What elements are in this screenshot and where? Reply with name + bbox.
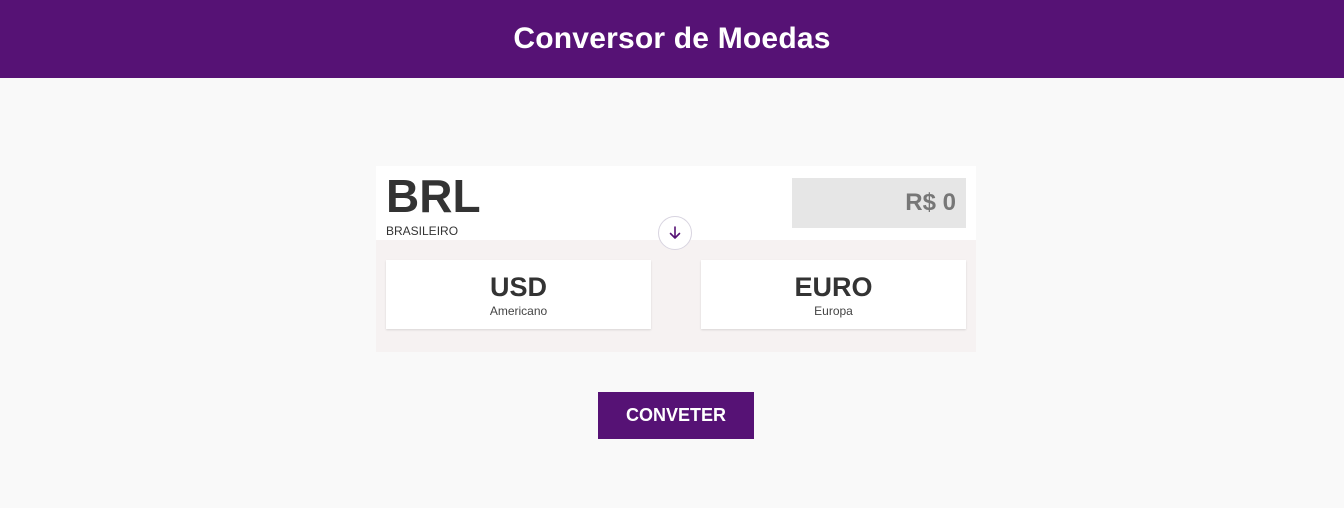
converter-panel: BRL BRASILEIRO USD Americano EURO Europa xyxy=(376,166,976,352)
convert-button[interactable]: CONVETER xyxy=(598,392,754,439)
amount-input[interactable] xyxy=(792,178,956,228)
target-currency-euro[interactable]: EURO Europa xyxy=(701,260,966,329)
page-title: Conversor de Moedas xyxy=(513,22,831,55)
target-currency-usd[interactable]: USD Americano xyxy=(386,260,651,329)
app-header: Conversor de Moedas xyxy=(0,0,1344,78)
swap-button[interactable] xyxy=(658,216,692,250)
source-currency-code: BRL xyxy=(386,170,481,222)
target-currency-name: Europa xyxy=(814,303,853,318)
arrow-down-icon xyxy=(669,226,681,239)
target-currency-name: Americano xyxy=(489,303,548,318)
target-currency-code: USD xyxy=(489,271,547,302)
target-currency-code: EURO xyxy=(794,271,873,302)
amount-field[interactable] xyxy=(792,178,966,228)
source-currency-name: BRASILEIRO xyxy=(386,224,459,238)
